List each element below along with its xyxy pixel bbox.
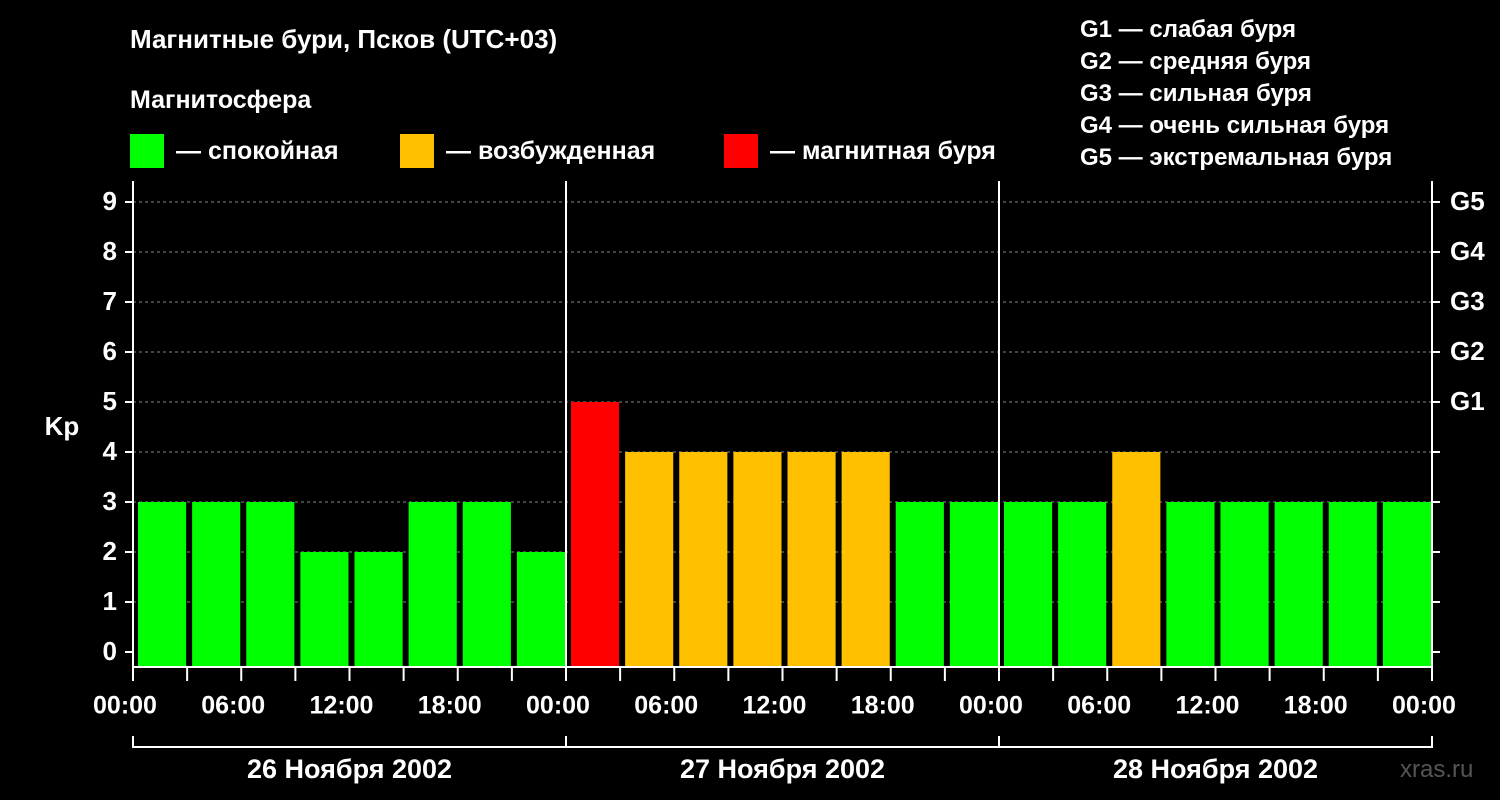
x-tick-label: 06:00: [1067, 692, 1131, 720]
g-scale-label: G3: [1450, 286, 1485, 316]
y-tick-label: 7: [103, 286, 117, 316]
x-tick-label: 00:00: [526, 692, 590, 720]
x-tick-label: 18:00: [1284, 692, 1348, 720]
kp-bar[interactable]: [571, 402, 620, 667]
kp-bar[interactable]: [1328, 502, 1377, 667]
kp-bar[interactable]: [138, 502, 187, 667]
g-scale-label: G4: [1450, 236, 1485, 266]
y-tick-label: 0: [103, 636, 117, 666]
kp-bar[interactable]: [1274, 502, 1323, 667]
x-tick-label: 00:00: [959, 692, 1023, 720]
x-tick-label: 18:00: [418, 692, 482, 720]
y-tick-label: 9: [103, 186, 117, 216]
x-tick-label: 12:00: [1176, 692, 1240, 720]
x-tick-label: 18:00: [851, 692, 915, 720]
kp-bar[interactable]: [462, 502, 511, 667]
kp-bar[interactable]: [1004, 502, 1053, 667]
kp-bar[interactable]: [408, 502, 457, 667]
kp-bar[interactable]: [1220, 502, 1269, 667]
kp-bar[interactable]: [246, 502, 295, 667]
kp-bar[interactable]: [192, 502, 241, 667]
kp-bar[interactable]: [1112, 452, 1161, 667]
x-tick-label: 06:00: [201, 692, 265, 720]
y-tick-label: 2: [103, 536, 117, 566]
y-tick-label: 6: [103, 336, 117, 366]
kp-bar[interactable]: [1166, 502, 1215, 667]
kp-chart: 0 1 2 3 4 5 6 7 8 9 Kp G1 G2 G3 G4 G5 00:00 06:00 12:00 18:…: [45, 181, 1485, 784]
x-tick-label: 00:00: [93, 692, 157, 720]
kp-bar[interactable]: [895, 502, 944, 667]
y-axis-label: Kp: [45, 411, 80, 441]
kp-bar[interactable]: [1382, 502, 1431, 667]
kp-bar[interactable]: [733, 452, 782, 667]
g-scale-label: G1: [1450, 386, 1485, 416]
kp-bar[interactable]: [949, 502, 998, 667]
x-tick-label: 12:00: [743, 692, 807, 720]
g-scale-label: G2: [1450, 336, 1485, 366]
day-label: 27 Ноября 2002: [680, 754, 885, 784]
kp-bar[interactable]: [300, 552, 349, 667]
y-tick-label: 8: [103, 236, 117, 266]
day-label: 26 Ноября 2002: [247, 754, 452, 784]
day-label: 28 Ноября 2002: [1113, 754, 1318, 784]
x-tick-label: 12:00: [310, 692, 374, 720]
y-tick-label: 5: [103, 386, 117, 416]
kp-bar[interactable]: [1058, 502, 1107, 667]
kp-bar[interactable]: [787, 452, 836, 667]
x-tick-label: 00:00: [1392, 692, 1456, 720]
kp-bar[interactable]: [354, 552, 403, 667]
kp-bar[interactable]: [625, 452, 674, 667]
x-tick-label: 06:00: [634, 692, 698, 720]
kp-bar[interactable]: [679, 452, 728, 667]
kp-bar[interactable]: [516, 552, 565, 667]
watermark: xras.ru: [1400, 756, 1474, 783]
y-tick-label: 3: [103, 486, 117, 516]
g-scale-label: G5: [1450, 186, 1485, 216]
y-tick-label: 1: [103, 586, 117, 616]
y-tick-label: 4: [103, 436, 118, 466]
kp-bar[interactable]: [841, 452, 890, 667]
